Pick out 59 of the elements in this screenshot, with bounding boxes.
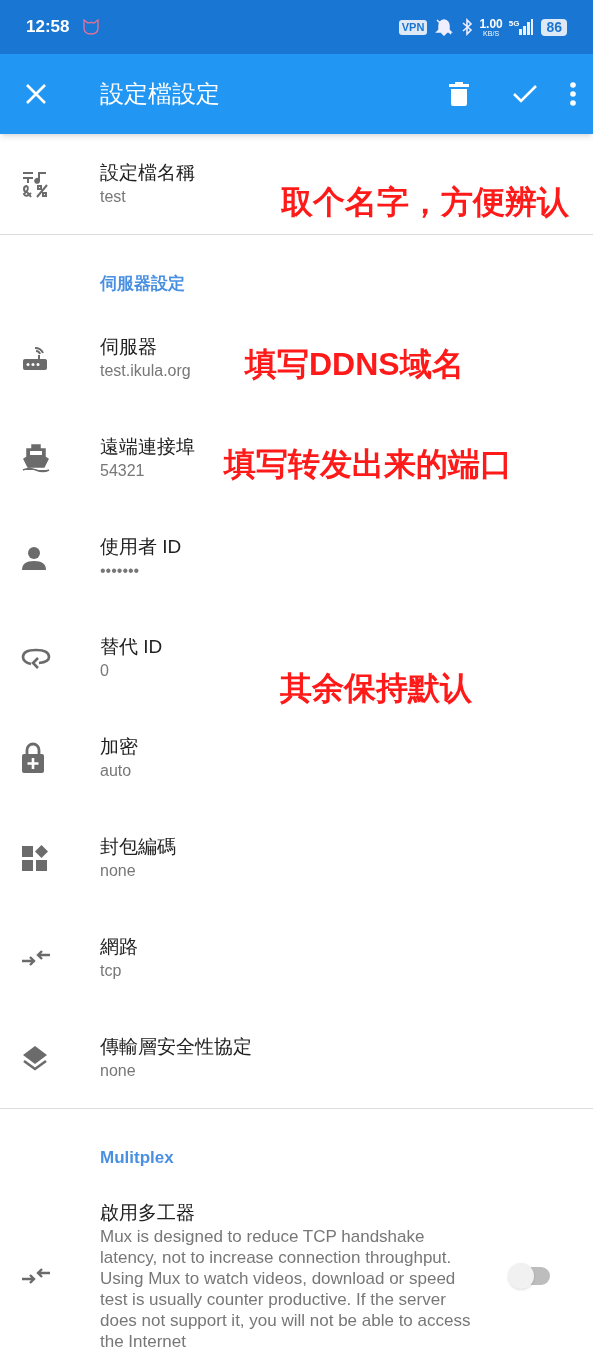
setting-title: 伺服器 bbox=[100, 335, 158, 359]
setting-title: 網路 bbox=[100, 935, 138, 959]
setting-value: none bbox=[100, 861, 137, 881]
vpn-badge: VPN bbox=[398, 19, 428, 35]
annotation-text: 其余保持默认 bbox=[280, 669, 472, 708]
signal-icon bbox=[519, 19, 534, 35]
bluetooth-icon bbox=[461, 18, 474, 36]
setting-title: 傳輸層安全性協定 bbox=[100, 1035, 252, 1059]
annotation-text: 填写DDNS域名 bbox=[245, 345, 464, 384]
setting-title: 啟用多工器 bbox=[100, 1201, 196, 1225]
setting-value: 54321 bbox=[100, 461, 146, 481]
bell-off-icon bbox=[435, 18, 454, 36]
text-symbols-icon bbox=[21, 169, 51, 199]
setting-value: tcp bbox=[100, 961, 123, 981]
setting-value: test.ikula.org bbox=[100, 361, 191, 381]
setting-title: 使用者 ID bbox=[100, 535, 182, 559]
setting-value: 0 bbox=[100, 661, 110, 681]
section-header: Mulitplex bbox=[100, 1146, 174, 1169]
network-type: 5G bbox=[508, 18, 520, 30]
setting-title: 封包編碼 bbox=[100, 835, 176, 859]
settings-row[interactable]: 傳輸層安全性協定 none bbox=[0, 1008, 593, 1108]
router-icon bbox=[21, 345, 49, 371]
layers-icon bbox=[21, 1044, 49, 1072]
battery-level: 86 bbox=[541, 18, 567, 36]
setting-value: ••••••• bbox=[100, 561, 141, 581]
setting-title: 設定檔名稱 bbox=[100, 161, 195, 185]
setting-title: 替代 ID bbox=[100, 635, 163, 659]
annotation-text: 填写转发出来的端口 bbox=[224, 445, 512, 484]
widgets-icon bbox=[21, 844, 49, 872]
setting-title: 遠端連接埠 bbox=[100, 435, 195, 459]
settings-row[interactable]: 加密 auto bbox=[0, 708, 593, 808]
settings-row[interactable]: 遠端連接埠 54321 填写转发出来的端口 bbox=[0, 408, 593, 508]
setting-value: none bbox=[100, 1061, 137, 1081]
compress-arrows-icon bbox=[21, 1268, 51, 1284]
annotation-text: 取个名字，方便辨认 bbox=[281, 183, 569, 222]
setting-description: Mux is designed to reduce TCP handshake latency, not to increase connection throughput. Using Mux to watch videos, download or speed test is usually counter productive. If the server does not support it, you will not be able to access the Internet bbox=[100, 1226, 472, 1350]
settings-row[interactable]: 伺服器 test.ikula.org 填写DDNS域名 bbox=[0, 308, 593, 408]
ship-icon bbox=[21, 443, 51, 473]
setting-title: 加密 bbox=[100, 735, 138, 759]
more-vertical-icon bbox=[570, 82, 576, 106]
settings-row[interactable]: 設定檔名稱 test 取个名字，方便辨认 bbox=[0, 134, 593, 234]
cat-icon bbox=[81, 18, 102, 36]
close-icon bbox=[25, 83, 47, 105]
settings-row[interactable]: 使用者 ID ••••••• bbox=[0, 508, 593, 608]
checkmark-icon bbox=[512, 84, 538, 104]
trash-icon bbox=[449, 81, 469, 107]
settings-row[interactable]: 網路 tcp bbox=[0, 908, 593, 1008]
settings-row[interactable]: 封包編碼 none bbox=[0, 808, 593, 908]
lock-plus-icon bbox=[21, 742, 45, 774]
section-header: 伺服器設定 bbox=[100, 272, 185, 295]
toolbar-title: 設定檔設定 bbox=[100, 79, 220, 109]
setting-value: test bbox=[100, 187, 127, 207]
person-icon bbox=[21, 545, 47, 571]
speed-value: 1.00 bbox=[479, 17, 503, 30]
rotate-arrow-icon bbox=[21, 647, 51, 669]
setting-value: auto bbox=[100, 761, 133, 781]
settings-row[interactable]: 替代 ID 0 其余保持默认 bbox=[0, 608, 593, 708]
clock-time: 12:58 bbox=[26, 16, 70, 39]
compress-arrows-icon bbox=[21, 950, 51, 966]
